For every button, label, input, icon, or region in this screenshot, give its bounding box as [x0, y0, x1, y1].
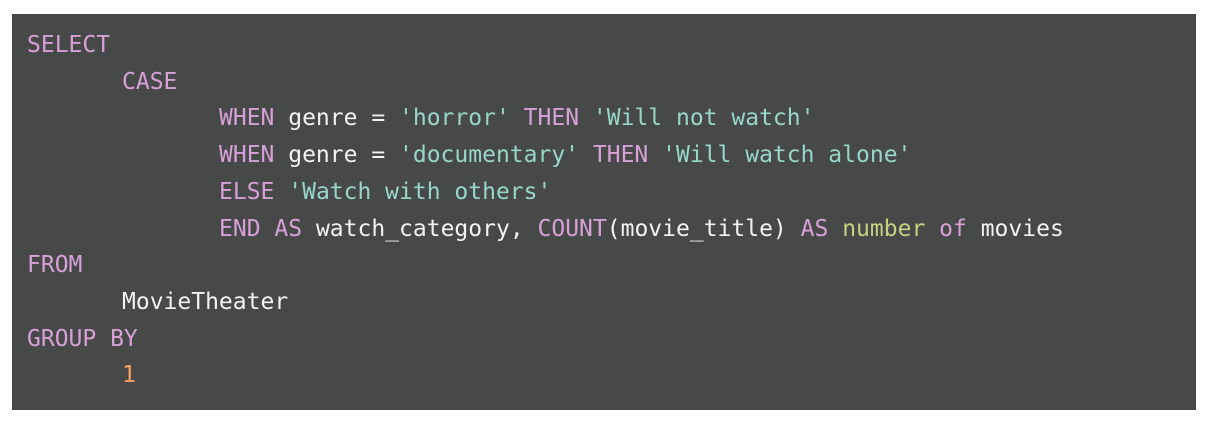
sql-keyword: SELECT — [27, 32, 111, 58]
sql-string-literal: 'Watch with others' — [288, 178, 552, 205]
sql-keyword: THEN — [592, 142, 649, 169]
sql-code-text — [510, 105, 524, 131]
code-line: END AS watch_category, COUNT(movie_title… — [219, 211, 1064, 248]
code-line: WHEN genre = 'documentary' THEN 'Will wa… — [219, 137, 911, 174]
sql-code-text — [579, 105, 593, 131]
code-line: MovieTheater — [122, 284, 288, 321]
sql-type-keyword: number — [842, 215, 926, 242]
code-line: FROM — [27, 247, 82, 284]
sql-keyword: CASE — [122, 68, 178, 95]
sql-code-text — [648, 142, 662, 168]
sql-keyword: GROUP BY — [27, 325, 138, 352]
sql-code-text — [925, 216, 939, 242]
sql-keyword: ELSE — [219, 178, 275, 205]
sql-keyword: END — [219, 215, 261, 242]
sql-string-literal: 'Will watch alone' — [662, 142, 912, 169]
sql-string-literal: 'documentary' — [399, 142, 580, 169]
code-line: GROUP BY — [27, 321, 138, 358]
sql-code-text: movies — [966, 215, 1064, 242]
sql-string-literal: 'Will not watch' — [592, 105, 815, 132]
sql-keyword: WHEN — [219, 142, 275, 169]
code-line: SELECT — [27, 27, 110, 64]
sql-code-text: MovieTheater — [122, 288, 289, 315]
code-line: ELSE 'Watch with others' — [219, 174, 551, 211]
sql-code-text: genre = — [274, 142, 400, 169]
sql-code-text — [828, 216, 842, 242]
sql-string-literal: 'horror' — [399, 105, 510, 132]
sql-keyword: COUNT — [537, 215, 607, 242]
sql-number-literal: 1 — [122, 362, 136, 389]
code-line: CASE — [122, 64, 177, 101]
sql-keyword: FROM — [27, 252, 83, 279]
code-line: 1 — [122, 357, 136, 394]
sql-keyword: AS — [800, 215, 829, 242]
code-line: WHEN genre = 'horror' THEN 'Will not wat… — [219, 100, 814, 137]
sql-code-text: (movie_title) — [606, 215, 801, 242]
sql-keyword: WHEN — [219, 105, 275, 132]
sql-code-text — [274, 179, 288, 205]
sql-code-text — [261, 216, 275, 242]
sql-code-block: SELECT CASE WHEN genre = 'horror' THEN 'Wi… — [12, 14, 1196, 410]
sql-keyword: THEN — [523, 105, 580, 132]
sql-code-text — [579, 142, 593, 168]
sql-keyword: AS — [274, 215, 303, 242]
sql-keyword: of — [939, 215, 967, 242]
sql-code-text: watch_category, — [302, 215, 538, 242]
sql-code-text: genre = — [274, 105, 400, 132]
